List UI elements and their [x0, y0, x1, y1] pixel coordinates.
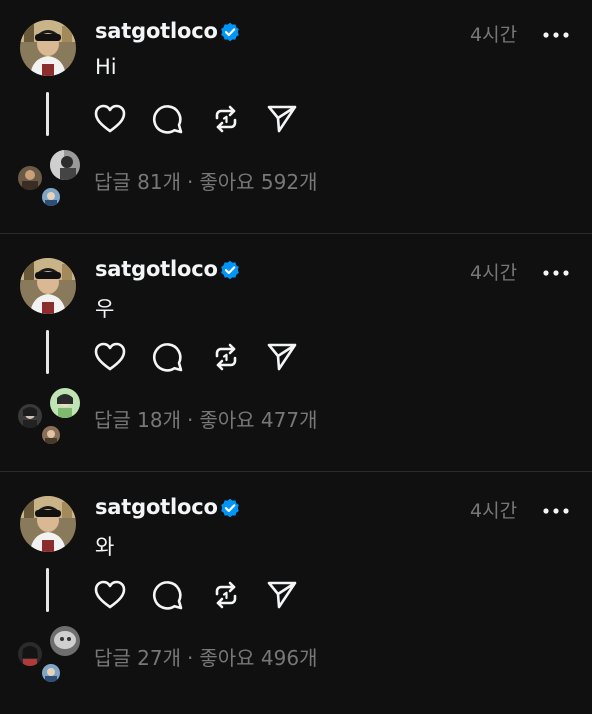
author-username[interactable]: satgotloco: [95, 19, 218, 43]
replier-avatar: [48, 386, 82, 420]
replier-avatars[interactable]: [14, 148, 84, 212]
replier-avatar: [16, 164, 44, 192]
author-avatar[interactable]: [20, 20, 76, 76]
post-time: 4시간: [470, 262, 518, 284]
replier-avatar: [40, 662, 62, 684]
replies-count[interactable]: 답글 81개: [94, 170, 181, 194]
separator: ·: [187, 170, 194, 194]
verified-badge-icon: [220, 22, 240, 42]
post-text: Hi: [95, 55, 117, 79]
likes-count[interactable]: 좋아요 592개: [199, 170, 317, 194]
post-time: 4시간: [470, 500, 518, 522]
repost-icon[interactable]: [208, 101, 244, 137]
likes-count[interactable]: 좋아요 477개: [199, 408, 317, 432]
post-time: 4시간: [470, 24, 518, 46]
replier-avatar: [48, 624, 82, 658]
action-bar: [92, 101, 302, 141]
repost-icon[interactable]: [208, 339, 244, 375]
post-stats: 답글 18개 · 좋아요 477개: [94, 404, 318, 433]
post-text: 와: [95, 535, 115, 559]
post-stats: 답글 27개 · 좋아요 496개: [94, 642, 318, 671]
send-icon[interactable]: [264, 339, 300, 375]
thread-feed: satgotloco 4시간 Hi 답글 81개 · 좋아요 592개 satg…: [0, 0, 592, 700]
comment-bubble-icon[interactable]: [150, 339, 186, 375]
thread-line: [46, 92, 49, 136]
repost-icon[interactable]: [208, 577, 244, 613]
separator: ·: [187, 408, 194, 432]
replier-avatars[interactable]: [14, 386, 84, 450]
action-bar: [92, 577, 302, 617]
post-divider: [0, 471, 592, 472]
heart-icon[interactable]: [92, 101, 128, 137]
author-avatar[interactable]: [20, 496, 76, 552]
author-avatar[interactable]: [20, 258, 76, 314]
post-divider: [0, 233, 592, 234]
replies-count[interactable]: 답글 27개: [94, 646, 181, 670]
separator: ·: [187, 646, 194, 670]
author-username[interactable]: satgotloco: [95, 257, 218, 281]
post-2[interactable]: satgotloco 4시간 우 답글 18개 · 좋아요 477개: [0, 238, 592, 476]
more-horizontal-icon[interactable]: [541, 502, 571, 514]
heart-icon[interactable]: [92, 339, 128, 375]
post-text: 우: [95, 297, 115, 321]
replier-avatar: [16, 640, 44, 668]
verified-badge-icon: [220, 260, 240, 280]
comment-bubble-icon[interactable]: [150, 577, 186, 613]
thread-line: [46, 568, 49, 612]
heart-icon[interactable]: [92, 577, 128, 613]
comment-bubble-icon[interactable]: [150, 101, 186, 137]
action-bar: [92, 339, 302, 379]
replier-avatar: [48, 148, 82, 182]
replier-avatar: [16, 402, 44, 430]
post-stats: 답글 81개 · 좋아요 592개: [94, 166, 318, 195]
post-1[interactable]: satgotloco 4시간 Hi 답글 81개 · 좋아요 592개: [0, 0, 592, 238]
more-horizontal-icon[interactable]: [541, 264, 571, 276]
thread-line: [46, 330, 49, 374]
post-3[interactable]: satgotloco 4시간 와 답글 27개 · 좋아요 496개: [0, 476, 592, 714]
send-icon[interactable]: [264, 577, 300, 613]
replies-count[interactable]: 답글 18개: [94, 408, 181, 432]
send-icon[interactable]: [264, 101, 300, 137]
likes-count[interactable]: 좋아요 496개: [199, 646, 317, 670]
more-horizontal-icon[interactable]: [541, 26, 571, 38]
verified-badge-icon: [220, 498, 240, 518]
author-username[interactable]: satgotloco: [95, 495, 218, 519]
replier-avatar: [40, 424, 62, 446]
replier-avatars[interactable]: [14, 624, 84, 688]
replier-avatar: [40, 186, 62, 208]
